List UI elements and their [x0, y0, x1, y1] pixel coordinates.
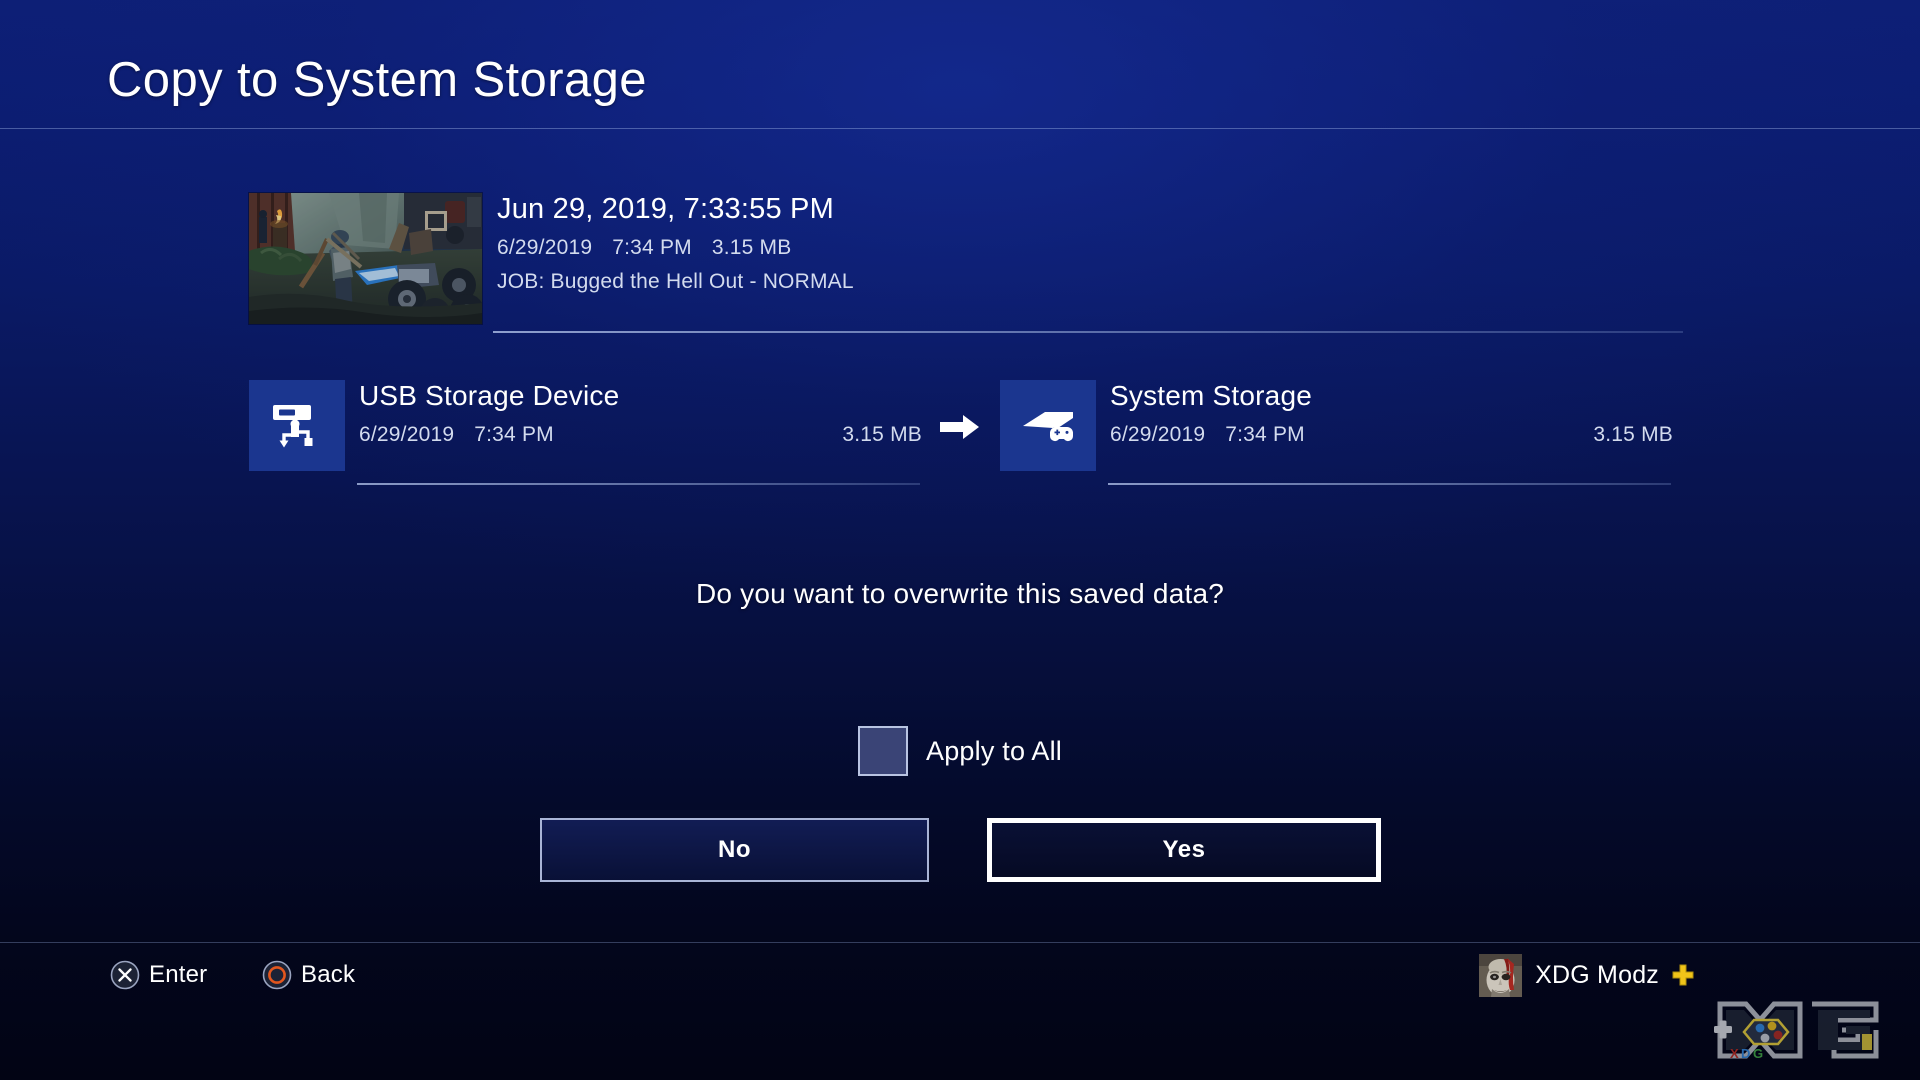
- save-data-size: 3.15 MB: [711, 236, 792, 259]
- source-storage-underline: [357, 483, 920, 485]
- source-storage-sub: 6/29/2019 7:34 PM 3.15 MB: [359, 420, 922, 450]
- source-time: 7:34 PM: [474, 423, 554, 446]
- cross-button-icon: [110, 960, 140, 990]
- save-data-meta: 6/29/2019 7:34 PM 3.15 MB: [497, 232, 1677, 264]
- usb-storage-glyph: [273, 404, 313, 447]
- days-gone-screenshot-thumbnail: [249, 193, 482, 324]
- destination-time: 7:34 PM: [1225, 423, 1305, 446]
- save-data-info: Jun 29, 2019, 7:33:55 PM 6/29/2019 7:34 P…: [497, 189, 1677, 298]
- overwrite-prompt-text: Do you want to overwrite this saved data…: [695, 578, 1225, 609]
- xdg-logo-watermark: X D G: [1714, 1001, 1879, 1061]
- svg-text:D: D: [1741, 1046, 1750, 1061]
- svg-text:X: X: [1730, 1046, 1739, 1061]
- hint-enter: Enter: [110, 955, 207, 995]
- kratos-avatar: [1479, 953, 1523, 997]
- apply-to-all-checkbox[interactable]: [858, 726, 908, 776]
- page-title: Copy to System Storage: [107, 53, 647, 107]
- destination-size: 3.15 MB: [1593, 423, 1673, 446]
- user-name: XDG Modz: [1535, 960, 1659, 989]
- hint-back-label: Back: [301, 961, 356, 988]
- save-data-row: Jun 29, 2019, 7:33:55 PM 6/29/2019 7:34 P…: [249, 193, 1689, 333]
- save-data-time: 7:34 PM: [612, 236, 692, 259]
- ps4-console-icon: [1000, 380, 1096, 471]
- footer: Enter Back XDG Modz: [0, 943, 1920, 1080]
- ps4-console-glyph: [1023, 411, 1073, 441]
- svg-text:G: G: [1753, 1046, 1763, 1061]
- destination-storage-text: System Storage 6/29/2019 7:34 PM 3.15 MB: [1110, 376, 1673, 450]
- transfer-row: USB Storage Device 6/29/2019 7:34 PM 3.15 …: [0, 380, 1920, 490]
- no-button[interactable]: No: [540, 818, 929, 882]
- circle-button-icon: [262, 960, 292, 990]
- apply-to-all-label: Apply to All: [926, 735, 1062, 766]
- save-data-subtitle: JOB: Bugged the Hell Out - NORMAL: [497, 270, 854, 293]
- header-divider: [0, 128, 1920, 129]
- source-size: 3.15 MB: [842, 423, 922, 446]
- header: Copy to System Storage: [0, 0, 1920, 128]
- source-date: 6/29/2019: [359, 423, 455, 446]
- right-arrow-icon: [940, 413, 980, 441]
- source-storage-text: USB Storage Device 6/29/2019 7:34 PM 3.15 …: [359, 376, 922, 450]
- save-data-date: 6/29/2019: [497, 236, 593, 259]
- destination-storage-underline: [1108, 483, 1671, 485]
- usb-storage-icon: [249, 380, 345, 471]
- ps-plus-icon: [1672, 964, 1694, 986]
- destination-date: 6/29/2019: [1110, 423, 1206, 446]
- yes-button[interactable]: Yes: [987, 818, 1381, 882]
- ps4-copy-to-system-storage-dialog: Copy to System Storage Jun 29, 2019, 7:3…: [0, 0, 1920, 1080]
- save-data-divider: [493, 331, 1683, 333]
- user-area[interactable]: XDG Modz: [1479, 953, 1695, 997]
- destination-storage-name: System Storage: [1110, 380, 1312, 411]
- dialog-button-row: No Yes: [0, 818, 1920, 882]
- destination-storage-sub: 6/29/2019 7:34 PM 3.15 MB: [1110, 420, 1673, 450]
- save-data-title: Jun 29, 2019, 7:33:55 PM: [497, 193, 834, 225]
- hint-back: Back: [262, 955, 355, 995]
- hint-enter-label: Enter: [149, 961, 208, 988]
- source-storage-name: USB Storage Device: [359, 380, 620, 411]
- right-arrow-glyph: [940, 415, 979, 439]
- apply-to-all-row[interactable]: Apply to All: [0, 726, 1920, 776]
- save-data-thumbnail: [249, 193, 482, 324]
- avatar: [1479, 953, 1523, 997]
